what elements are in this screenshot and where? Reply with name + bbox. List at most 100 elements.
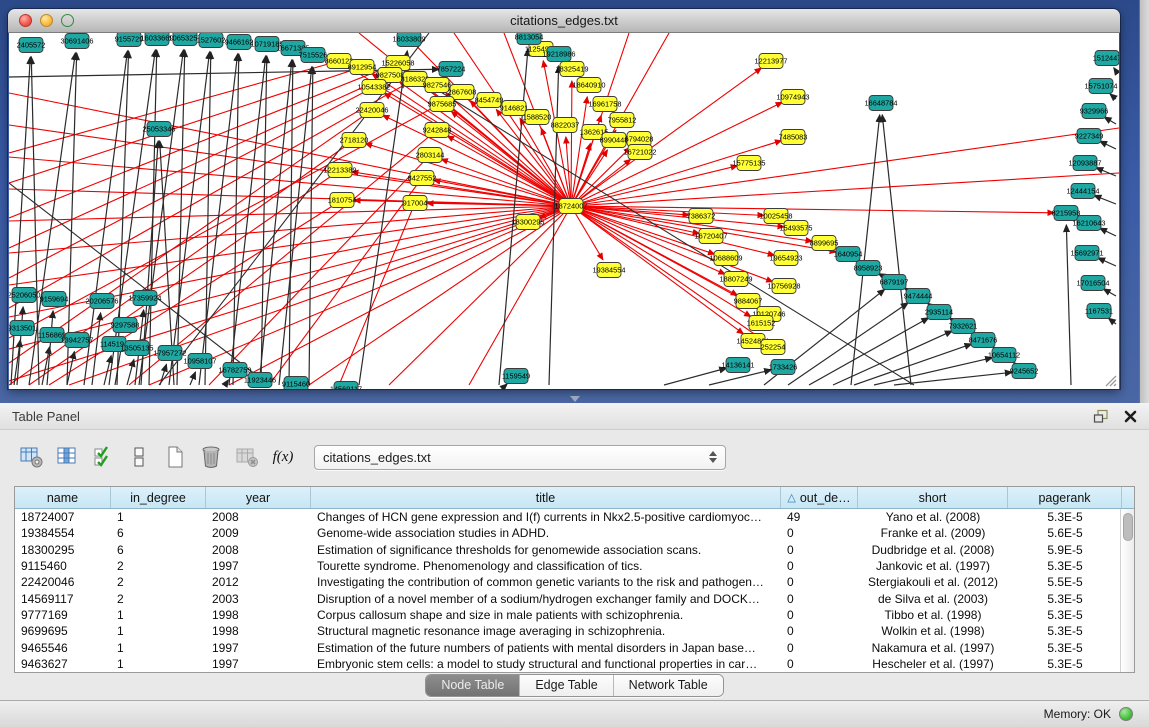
cell-in-degree[interactable]: 1 bbox=[111, 641, 206, 655]
cell-year[interactable]: 1997 bbox=[206, 559, 311, 573]
table-mode-icon[interactable] bbox=[16, 443, 46, 471]
cell-year[interactable]: 2012 bbox=[206, 575, 311, 589]
graph-node[interactable]: 19654923 bbox=[770, 251, 803, 266]
graph-node[interactable]: 12213389 bbox=[324, 163, 357, 178]
tab-edge-table[interactable]: Edge Table bbox=[520, 675, 613, 696]
graph-node[interactable]: 16648784 bbox=[865, 96, 898, 111]
graph-node[interactable]: 1512447 bbox=[1093, 51, 1119, 66]
delete-columns-icon[interactable] bbox=[196, 443, 226, 471]
cell-title[interactable]: Genome-wide association studies in ADHD. bbox=[311, 526, 781, 540]
checkbox-column-icon[interactable] bbox=[124, 443, 154, 471]
float-panel-icon[interactable] bbox=[1093, 409, 1110, 424]
cell-out-de-[interactable]: 0 bbox=[781, 543, 858, 557]
cell-in-degree[interactable]: 1 bbox=[111, 657, 206, 671]
graph-node[interactable]: 11923446 bbox=[244, 373, 276, 388]
cell-in-degree[interactable]: 6 bbox=[111, 543, 206, 557]
cell-pagerank[interactable]: 5.3E-5 bbox=[1008, 559, 1122, 573]
graph-node[interactable]: 8813054 bbox=[515, 33, 544, 45]
graph-node[interactable]: 18300295 bbox=[512, 215, 545, 230]
graph-node[interactable]: 9245652 bbox=[1010, 364, 1039, 379]
graph-node[interactable]: 7857224 bbox=[437, 62, 466, 77]
memory-indicator[interactable] bbox=[1119, 707, 1133, 721]
cell-out-de-[interactable]: 0 bbox=[781, 559, 858, 573]
cell-in-degree[interactable]: 1 bbox=[111, 510, 206, 524]
cell-name[interactable]: 22420046 bbox=[15, 575, 111, 589]
cell-short[interactable]: Nakamura et al. (1997) bbox=[858, 641, 1008, 655]
graph-node[interactable]: 9297588 bbox=[111, 318, 140, 333]
graph-node[interactable]: 2718120 bbox=[340, 133, 369, 148]
table-row[interactable]: 2242004622012Investigating the contribut… bbox=[15, 574, 1134, 590]
cell-in-degree[interactable]: 6 bbox=[111, 526, 206, 540]
cell-short[interactable]: Jankovic et al. (1997) bbox=[858, 559, 1008, 573]
cell-in-degree[interactable]: 1 bbox=[111, 608, 206, 622]
graph-node[interactable]: 14569117 bbox=[330, 382, 362, 390]
graph-node[interactable]: 1733426 bbox=[769, 360, 798, 375]
graph-node[interactable]: 15493575 bbox=[780, 221, 813, 236]
graph-node[interactable]: 14136141 bbox=[722, 358, 755, 373]
table-scrollbar[interactable] bbox=[1120, 509, 1134, 672]
graph-node[interactable]: 18325419 bbox=[556, 62, 589, 77]
graph-node[interactable]: 2803144 bbox=[416, 148, 445, 163]
graph-node[interactable]: 18807249 bbox=[720, 272, 753, 287]
cell-title[interactable]: Tourette syndrome. Phenomenology and cla… bbox=[311, 559, 781, 573]
cell-short[interactable]: Tibbo et al. (1998) bbox=[858, 608, 1008, 622]
graph-node[interactable]: 10688609 bbox=[710, 251, 743, 266]
graph-node[interactable]: 22420046 bbox=[356, 103, 389, 118]
table-row[interactable]: 911546021997Tourette syndrome. Phenomeno… bbox=[15, 558, 1134, 574]
cell-name[interactable]: 14569117 bbox=[15, 592, 111, 606]
graph-node[interactable]: 16033809 bbox=[393, 33, 426, 47]
graph-node[interactable]: 18640910 bbox=[573, 78, 606, 93]
cell-name[interactable]: 18724007 bbox=[15, 510, 111, 524]
cell-out-de-[interactable]: 0 bbox=[781, 641, 858, 655]
graph-node[interactable]: 18724007 bbox=[555, 199, 588, 214]
graph-node[interactable]: 9155729 bbox=[115, 33, 144, 47]
network-view[interactable]: 1872400786601238912954152260589827508105… bbox=[9, 33, 1119, 389]
cell-in-degree[interactable]: 1 bbox=[111, 624, 206, 638]
graph-node[interactable]: 20206576 bbox=[86, 294, 119, 309]
graph-node[interactable]: 13505135 bbox=[121, 341, 154, 356]
cell-out-de-[interactable]: 0 bbox=[781, 575, 858, 589]
cell-name[interactable]: 9699695 bbox=[15, 624, 111, 638]
split-pane-grip[interactable] bbox=[570, 396, 580, 402]
cell-in-degree[interactable]: 2 bbox=[111, 575, 206, 589]
cell-short[interactable]: Hescheler et al. (1997) bbox=[858, 657, 1008, 671]
graph-node[interactable]: 16721022 bbox=[624, 145, 657, 160]
cell-year[interactable]: 2008 bbox=[206, 510, 311, 524]
graph-node[interactable]: 7485083 bbox=[779, 130, 808, 145]
graph-node[interactable]: 15692971 bbox=[1071, 246, 1104, 261]
select-columns-icon[interactable] bbox=[88, 443, 118, 471]
graph-node[interactable]: 8912954 bbox=[348, 60, 377, 75]
graph-node[interactable]: 16961758 bbox=[589, 97, 622, 112]
graph-node[interactable]: 8471676 bbox=[969, 333, 998, 348]
column-header-title[interactable]: title bbox=[311, 487, 781, 508]
cell-year[interactable]: 1997 bbox=[206, 657, 311, 671]
cell-pagerank[interactable]: 5.3E-5 bbox=[1008, 510, 1122, 524]
cell-short[interactable]: Dudbridge et al. (2008) bbox=[858, 543, 1008, 557]
graph-node[interactable]: 9875685 bbox=[428, 97, 457, 112]
cell-name[interactable]: 9465546 bbox=[15, 641, 111, 655]
graph-node[interactable]: 1810754 bbox=[328, 193, 357, 208]
graph-node[interactable]: 6879197 bbox=[880, 275, 909, 290]
graph-node[interactable]: 10543382 bbox=[358, 80, 391, 95]
new-column-icon[interactable] bbox=[160, 443, 190, 471]
graph-node[interactable]: 12093887 bbox=[1069, 156, 1102, 171]
graph-node[interactable]: 9884067 bbox=[734, 294, 763, 309]
column-header-year[interactable]: year bbox=[206, 487, 311, 508]
cell-year[interactable]: 2009 bbox=[206, 526, 311, 540]
graph-node[interactable]: 19218986 bbox=[543, 47, 576, 62]
table-scrollbar-thumb[interactable] bbox=[1123, 513, 1133, 541]
cell-pagerank[interactable]: 5.3E-5 bbox=[1008, 624, 1122, 638]
cell-pagerank[interactable]: 5.6E-5 bbox=[1008, 526, 1122, 540]
graph-node[interactable]: 7515526 bbox=[299, 48, 328, 63]
cell-out-de-[interactable]: 0 bbox=[781, 624, 858, 638]
graph-node[interactable]: 2405572 bbox=[17, 38, 46, 53]
cell-year[interactable]: 2003 bbox=[206, 592, 311, 606]
graph-node[interactable]: 10756928 bbox=[768, 279, 801, 294]
tab-node-table[interactable]: Node Table bbox=[426, 675, 520, 696]
cell-year[interactable]: 1997 bbox=[206, 641, 311, 655]
cell-short[interactable]: Stergiakouli et al. (2012) bbox=[858, 575, 1008, 589]
cell-out-de-[interactable]: 0 bbox=[781, 592, 858, 606]
graph-node[interactable]: 9115460 bbox=[282, 377, 310, 390]
graph-node[interactable]: 13942757 bbox=[61, 333, 94, 348]
cell-name[interactable]: 9777169 bbox=[15, 608, 111, 622]
